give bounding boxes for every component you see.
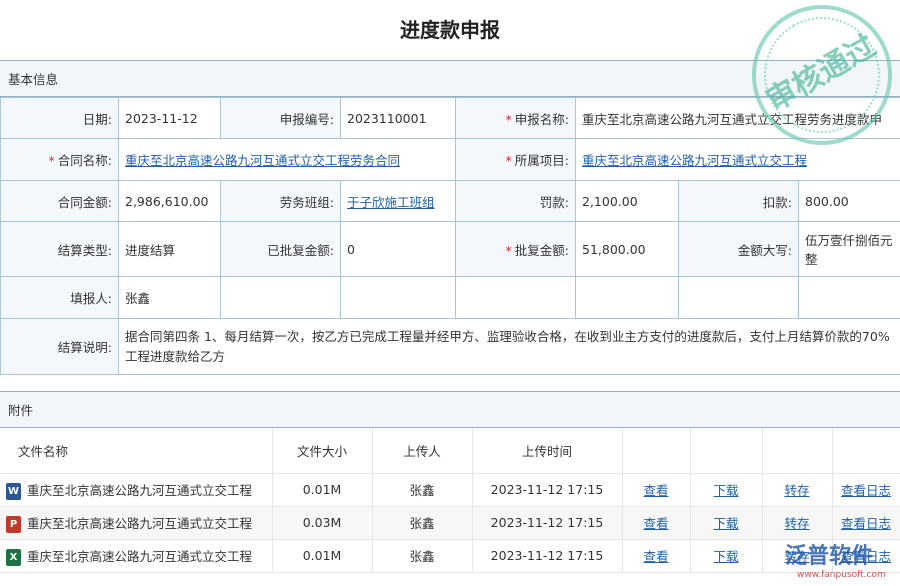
view-link[interactable]: 查看 bbox=[643, 549, 668, 564]
table-row: P 重庆至北京高速公路九河互通式立交工程 0.03M 张鑫 2023-11-12 … bbox=[0, 506, 900, 539]
file-name: 重庆至北京高速公路九河互通式立交工程 bbox=[27, 483, 252, 498]
save-as-link[interactable]: 转存 bbox=[784, 483, 809, 498]
fine-value: 2,100.00 bbox=[576, 181, 679, 222]
save-as-link[interactable]: 转存 bbox=[784, 549, 809, 564]
desc-label: 结算说明: bbox=[1, 319, 119, 375]
name-value: 重庆至北京高速公路九河互通式立交工程劳务进度款申 bbox=[576, 98, 900, 139]
header-uploader: 上传人 bbox=[372, 428, 472, 473]
file-name-cell: W 重庆至北京高速公路九河互通式立交工程 bbox=[0, 473, 272, 506]
contract-label: *合同名称: bbox=[1, 139, 119, 181]
code-value: 2023110001 bbox=[341, 98, 456, 139]
attachments-table: 文件名称 文件大小 上传人 上传时间 W 重庆至北京高速公路九河互通式立交工程 0… bbox=[0, 428, 900, 573]
file-uploader: 张鑫 bbox=[372, 506, 472, 539]
file-uploader: 张鑫 bbox=[372, 539, 472, 572]
table-header: 文件名称 文件大小 上传人 上传时间 bbox=[0, 428, 900, 473]
view-log-link[interactable]: 查看日志 bbox=[841, 549, 891, 564]
word-file-icon: W bbox=[6, 483, 21, 500]
reporter-value: 张鑫 bbox=[119, 277, 221, 319]
header-file-name: 文件名称 bbox=[0, 428, 272, 473]
excel-file-icon: X bbox=[6, 549, 21, 566]
header-file-size: 文件大小 bbox=[272, 428, 372, 473]
download-link[interactable]: 下载 bbox=[713, 516, 738, 531]
project-label: *所属项目: bbox=[456, 139, 576, 181]
approved-label: 已批复金额: bbox=[221, 222, 341, 277]
deduct-value: 800.00 bbox=[799, 181, 900, 222]
fine-label: 罚款: bbox=[456, 181, 576, 222]
reporter-label: 填报人: bbox=[1, 277, 119, 319]
team-label: 劳务班组: bbox=[221, 181, 341, 222]
type-value: 进度结算 bbox=[119, 222, 221, 277]
file-name-cell: P 重庆至北京高速公路九河互通式立交工程 bbox=[0, 506, 272, 539]
amount-value: 2,986,610.00 bbox=[119, 181, 221, 222]
file-size: 0.01M bbox=[272, 539, 372, 572]
type-label: 结算类型: bbox=[1, 222, 119, 277]
name-label: *申报名称: bbox=[456, 98, 576, 139]
table-row: X 重庆至北京高速公路九河互通式立交工程 0.01M 张鑫 2023-11-12 … bbox=[0, 539, 900, 572]
upper-label: 金额大写: bbox=[679, 222, 799, 277]
file-name: 重庆至北京高速公路九河互通式立交工程 bbox=[27, 516, 252, 531]
ppt-file-icon: P bbox=[6, 516, 21, 533]
file-name: 重庆至北京高速公路九河互通式立交工程 bbox=[27, 549, 252, 564]
table-row: W 重庆至北京高速公路九河互通式立交工程 0.01M 张鑫 2023-11-12 … bbox=[0, 473, 900, 506]
approve-value: 51,800.00 bbox=[576, 222, 679, 277]
save-as-link[interactable]: 转存 bbox=[784, 516, 809, 531]
basic-info-form: 日期: 2023-11-12 申报编号: 2023110001 *申报名称: 重… bbox=[0, 97, 900, 375]
approved-value: 0 bbox=[341, 222, 456, 277]
required-icon: * bbox=[506, 112, 512, 127]
section-attachments: 附件 bbox=[0, 391, 900, 428]
page-title: 进度款申报 bbox=[0, 0, 900, 60]
view-log-link[interactable]: 查看日志 bbox=[841, 516, 891, 531]
date-label: 日期: bbox=[1, 98, 119, 139]
file-size: 0.01M bbox=[272, 473, 372, 506]
view-link[interactable]: 查看 bbox=[643, 516, 668, 531]
team-link[interactable]: 于子欣施工班组 bbox=[347, 195, 435, 210]
view-log-link[interactable]: 查看日志 bbox=[841, 483, 891, 498]
file-size: 0.03M bbox=[272, 506, 372, 539]
file-upload-time: 2023-11-12 17:15 bbox=[472, 473, 622, 506]
download-link[interactable]: 下载 bbox=[713, 549, 738, 564]
date-value: 2023-11-12 bbox=[119, 98, 221, 139]
required-icon: * bbox=[506, 243, 512, 258]
file-upload-time: 2023-11-12 17:15 bbox=[472, 506, 622, 539]
project-link[interactable]: 重庆至北京高速公路九河互通式立交工程 bbox=[582, 153, 807, 168]
amount-label: 合同金额: bbox=[1, 181, 119, 222]
file-upload-time: 2023-11-12 17:15 bbox=[472, 539, 622, 572]
required-icon: * bbox=[49, 153, 55, 168]
file-name-cell: X 重庆至北京高速公路九河互通式立交工程 bbox=[0, 539, 272, 572]
file-uploader: 张鑫 bbox=[372, 473, 472, 506]
download-link[interactable]: 下载 bbox=[713, 483, 738, 498]
approve-label: *批复金额: bbox=[456, 222, 576, 277]
contract-link[interactable]: 重庆至北京高速公路九河互通式立交工程劳务合同 bbox=[125, 153, 400, 168]
header-upload-time: 上传时间 bbox=[472, 428, 622, 473]
deduct-label: 扣款: bbox=[679, 181, 799, 222]
view-link[interactable]: 查看 bbox=[643, 483, 668, 498]
section-basic-info: 基本信息 bbox=[0, 60, 900, 97]
code-label: 申报编号: bbox=[221, 98, 341, 139]
upper-value: 伍万壹仟捌佰元整 bbox=[799, 222, 900, 277]
required-icon: * bbox=[506, 153, 512, 168]
desc-value: 据合同第四条 1、每月结算一次，按乙方已完成工程量并经甲方、监理验收合格，在收到… bbox=[119, 319, 900, 375]
